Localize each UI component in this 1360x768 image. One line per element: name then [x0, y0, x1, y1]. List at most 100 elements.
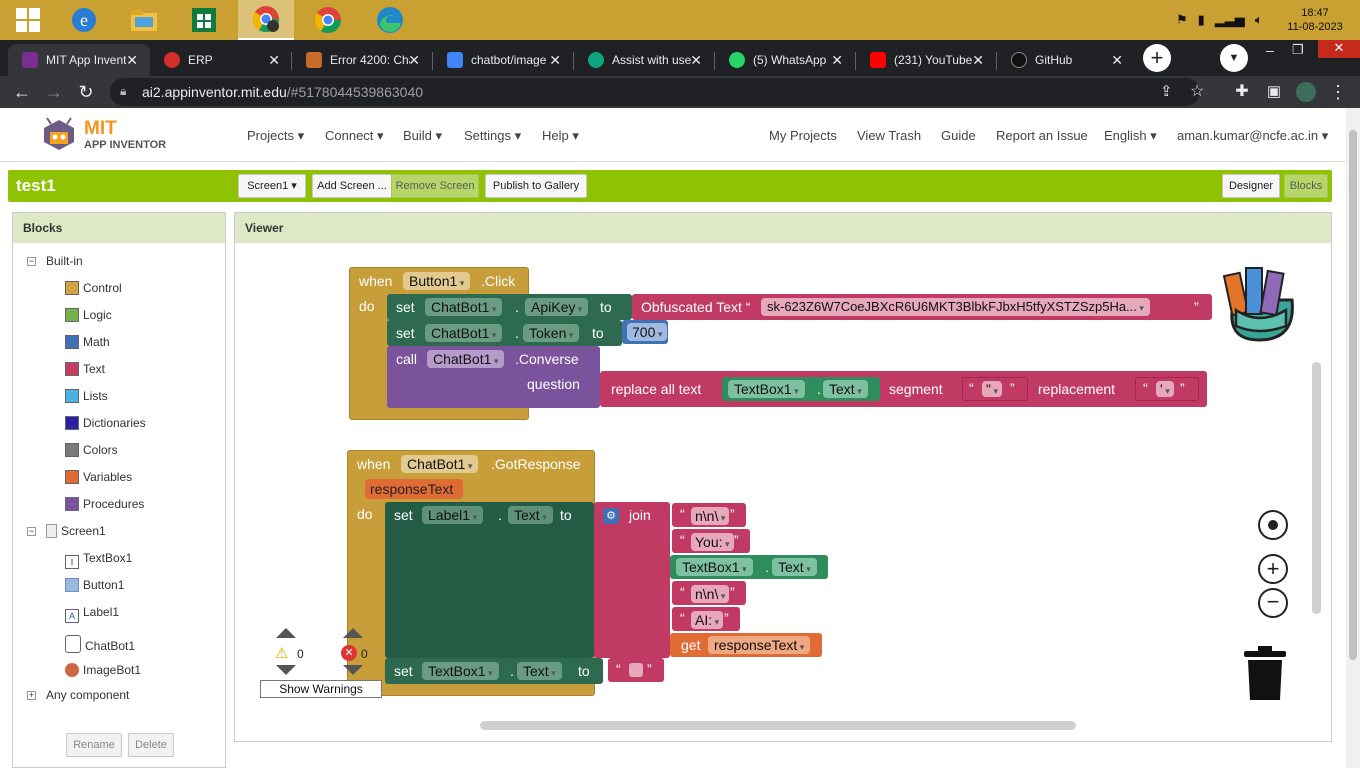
bookmark-star-icon[interactable]: ☆: [1190, 81, 1204, 101]
designer-button[interactable]: Designer: [1222, 174, 1280, 198]
component-dropdown[interactable]: TextBox1: [422, 662, 499, 680]
close-icon[interactable]: ✕: [690, 52, 702, 69]
address-bar[interactable]: 🔒︎ ai2.appinventor.mit.edu/#517804453986…: [110, 78, 1204, 106]
forward-icon[interactable]: →: [44, 82, 64, 102]
text-field[interactable]: n\n\: [691, 507, 730, 525]
tree-button1[interactable]: Button1: [65, 578, 124, 592]
page-scrollbar[interactable]: [1346, 108, 1360, 768]
variable-dropdown[interactable]: responseText: [708, 636, 811, 654]
flag-icon[interactable]: ⚑: [1176, 12, 1188, 28]
expand-icon[interactable]: +: [27, 691, 36, 700]
error-up-arrow-icon[interactable]: [343, 628, 363, 638]
tab-search-chevron-icon[interactable]: ▼: [1220, 44, 1248, 72]
component-dropdown[interactable]: Label1: [422, 506, 484, 524]
category-procedures[interactable]: Procedures: [65, 497, 144, 511]
screen-select-button[interactable]: Screen1 ▾: [238, 174, 306, 198]
tab-whatsapp[interactable]: (5) WhatsApp ✕: [715, 44, 855, 76]
clock[interactable]: 18:47 11-08-2023: [1280, 0, 1350, 40]
category-dictionaries[interactable]: Dictionaries: [65, 416, 146, 430]
more-menu-icon[interactable]: ⋮: [1328, 82, 1348, 102]
zoom-in-icon[interactable]: +: [1258, 554, 1288, 584]
store-icon[interactable]: [176, 0, 232, 40]
number-field[interactable]: 700: [627, 323, 668, 341]
blocks-button[interactable]: Blocks: [1284, 174, 1328, 198]
tab-mit-app-inventor[interactable]: MIT App Inventor✕: [8, 44, 150, 76]
menu-projects[interactable]: Projects ▾: [247, 128, 304, 144]
property-dropdown[interactable]: Text: [508, 506, 553, 524]
tab-error[interactable]: Error 4200: Cha ✕: [292, 44, 432, 76]
link-view-trash[interactable]: View Trash: [857, 128, 921, 143]
component-dropdown[interactable]: ChatBot1: [425, 324, 503, 342]
close-icon[interactable]: ✕: [549, 52, 561, 69]
tree-chatbot1[interactable]: ChatBot1: [65, 635, 135, 653]
tree-imagebot1[interactable]: ImageBot1: [65, 663, 141, 677]
link-my-projects[interactable]: My Projects: [769, 128, 837, 143]
publish-gallery-button[interactable]: Publish to Gallery: [485, 174, 587, 198]
share-icon[interactable]: ⇪: [1160, 82, 1173, 100]
back-icon[interactable]: ←: [12, 82, 32, 102]
windows-start-icon[interactable]: [0, 0, 56, 40]
restore-icon[interactable]: ❐: [1292, 42, 1304, 58]
tab-chatbot-image[interactable]: chatbot/image ✕: [433, 44, 573, 76]
trash-icon[interactable]: [1244, 646, 1286, 705]
tab-erp[interactable]: ERP ✕: [150, 44, 292, 76]
backpack-icon[interactable]: [1214, 260, 1304, 347]
property-dropdown[interactable]: Token: [523, 324, 580, 342]
text-field[interactable]: n\n\: [691, 585, 730, 603]
category-control[interactable]: Control: [65, 281, 122, 295]
workspace-horizontal-scrollbar[interactable]: [480, 721, 1076, 730]
tree-any-component[interactable]: + Any component: [27, 688, 129, 702]
category-logic[interactable]: Logic: [65, 308, 112, 322]
file-explorer-icon[interactable]: [116, 0, 172, 40]
chrome-icon[interactable]: [300, 0, 356, 40]
tab-assist[interactable]: Assist with use ✕: [574, 44, 714, 76]
page-scrollbar-thumb[interactable]: [1349, 130, 1357, 660]
component-dropdown[interactable]: TextBox1: [728, 380, 805, 398]
component-dropdown[interactable]: Button1: [403, 272, 471, 290]
segment-field[interactable]: ": [982, 381, 1003, 397]
delete-button[interactable]: Delete: [128, 733, 174, 757]
edge-legacy-icon[interactable]: e: [56, 0, 112, 40]
new-tab-button[interactable]: +: [1143, 44, 1171, 72]
workspace-vertical-scrollbar[interactable]: [1312, 362, 1321, 614]
category-text[interactable]: Text: [65, 362, 105, 376]
mutator-gear-icon[interactable]: ⚙︎: [603, 508, 619, 524]
close-icon[interactable]: ✕: [972, 52, 984, 69]
empty-text-field[interactable]: [629, 663, 643, 677]
tree-label1[interactable]: A Label1: [65, 605, 119, 623]
tab-youtube[interactable]: (231) YouTube ✕: [856, 44, 996, 76]
lock-icon[interactable]: 🔒︎: [120, 84, 126, 99]
extensions-icon[interactable]: ✚: [1232, 82, 1252, 102]
link-guide[interactable]: Guide: [941, 128, 976, 143]
tab-github[interactable]: GitHub ✕: [997, 44, 1135, 76]
text-field[interactable]: AI:: [691, 611, 724, 629]
set-label-text-block[interactable]: [385, 502, 594, 658]
close-icon[interactable]: ✕: [126, 52, 138, 69]
replacement-field[interactable]: ': [1156, 381, 1174, 397]
warning-up-arrow-icon[interactable]: [276, 628, 296, 638]
add-screen-button[interactable]: Add Screen ...: [312, 174, 392, 198]
component-dropdown[interactable]: ChatBot1: [427, 350, 505, 368]
app-inventor-logo[interactable]: [36, 114, 82, 157]
show-warnings-button[interactable]: Show Warnings: [260, 680, 382, 698]
set-apikey-block[interactable]: [387, 294, 632, 320]
side-panel-icon[interactable]: ▣: [1264, 82, 1284, 102]
close-icon[interactable]: ✕: [1111, 52, 1123, 69]
volume-icon[interactable]: 🔈︎: [1255, 12, 1263, 28]
menu-settings[interactable]: Settings ▾: [464, 128, 521, 144]
chrome-profile-icon[interactable]: [238, 0, 294, 40]
set-token-block[interactable]: [387, 320, 622, 346]
edge-icon[interactable]: [362, 0, 418, 40]
property-dropdown[interactable]: ApiKey: [525, 298, 589, 316]
profile-avatar[interactable]: [1296, 82, 1316, 102]
tree-builtin[interactable]: − Built-in: [27, 254, 83, 268]
close-icon[interactable]: ✕: [268, 52, 280, 69]
reload-icon[interactable]: ↻: [76, 82, 96, 102]
text-field[interactable]: You:: [691, 533, 734, 551]
menu-build[interactable]: Build ▾: [403, 128, 442, 144]
wifi-icon[interactable]: ▂▃▅: [1215, 12, 1245, 28]
battery-icon[interactable]: ▮: [1198, 12, 1205, 28]
category-colors[interactable]: Colors: [65, 443, 118, 457]
component-dropdown[interactable]: ChatBot1: [401, 455, 479, 473]
api-key-field[interactable]: sk-623Z6W7CoeJBXcR6U6MKT3BlbkFJbxH5tfyXS…: [761, 298, 1150, 316]
